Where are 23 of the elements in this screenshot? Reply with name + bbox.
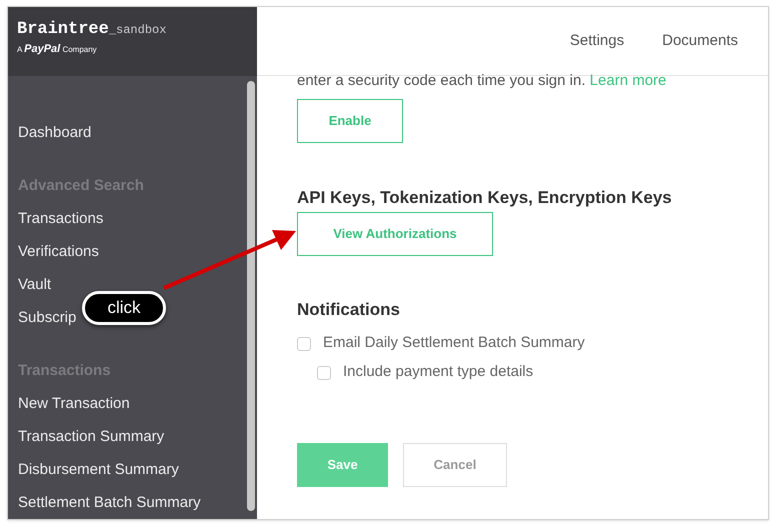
logo-name: Braintree — [17, 21, 109, 38]
checkbox-label: Email Daily Settlement Batch Summary — [323, 333, 585, 354]
section-heading: Notifications — [297, 299, 401, 321]
sidebar-item[interactable]: Settlement Batch Summary — [18, 486, 201, 519]
sidebar-item[interactable]: Verifications — [18, 235, 99, 268]
checkbox[interactable] — [297, 336, 311, 350]
section-heading: API Keys, Tokenization Keys, Encryption Keys — [297, 187, 673, 209]
nav-link[interactable]: Settings — [570, 30, 624, 52]
sidebar-item[interactable]: Transactions — [18, 202, 104, 235]
sidebar-item[interactable]: New Transaction — [18, 387, 130, 420]
logo-suffix: _sandbox — [108, 24, 166, 36]
sidebar-item[interactable]: Transaction Summary — [18, 420, 164, 453]
sidebar-item[interactable]: Dashboard — [18, 116, 92, 149]
sidebar-item[interactable]: Disbursement Summary — [18, 453, 179, 486]
sidebar-item[interactable]: Subscrip — [18, 301, 76, 334]
sidebar-item[interactable]: Vault — [18, 268, 52, 301]
nav-link[interactable]: Documents — [662, 30, 738, 52]
logo-tagline: A PayPal Company — [17, 42, 98, 57]
checkbox[interactable] — [317, 366, 331, 380]
checkbox-label: Include payment type details — [343, 362, 534, 382]
two-factor-text: enter a security code each time you sign in. Learn more — [297, 71, 668, 91]
scrollbar[interactable] — [247, 81, 255, 511]
click-callout: click — [82, 291, 166, 325]
